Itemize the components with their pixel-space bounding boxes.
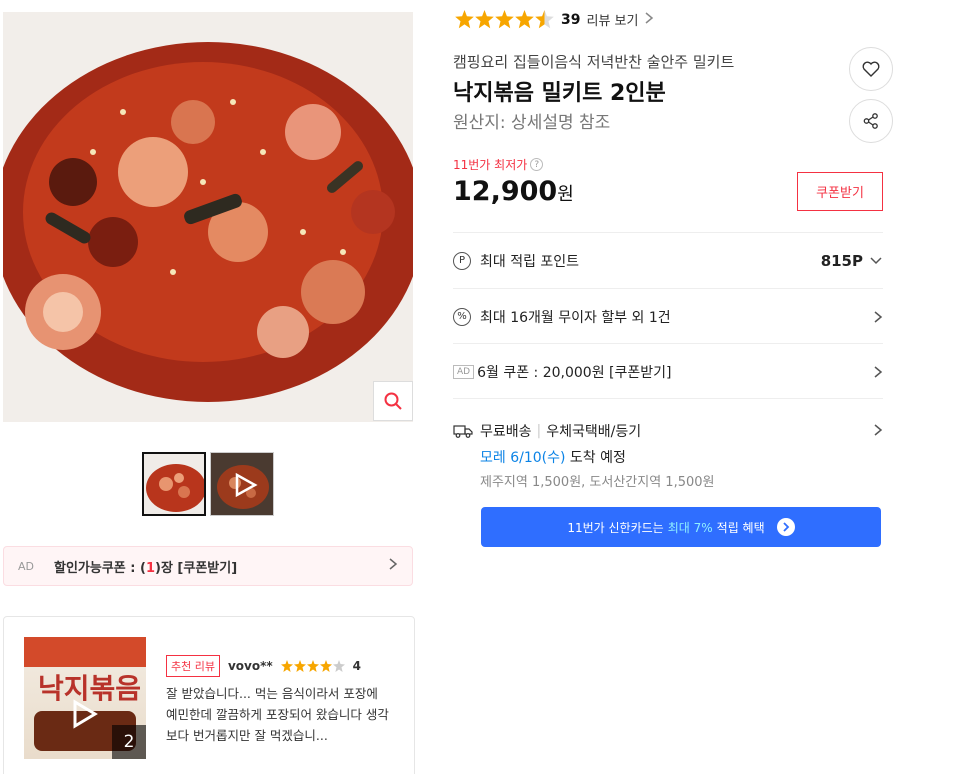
price-value: 12,900: [453, 176, 558, 207]
food-photo: [3, 12, 413, 422]
points-label: 최대 적립 포인트: [480, 253, 580, 270]
arrival-suffix: 도착 예정: [565, 450, 626, 466]
thumbnail-video-photo: [211, 453, 273, 515]
shipping-carrier: 우체국택배/등기: [546, 424, 642, 440]
package-header: [24, 637, 146, 667]
shipping-row[interactable]: 무료배송 | 우체국택배/등기 모레 6/10(수) 도착 예정 제주지역 1,…: [453, 398, 883, 518]
ad-badge: AD: [453, 364, 475, 379]
coupon-label: 할인가능쿠폰 : (1)장 [쿠폰받기]: [54, 560, 238, 576]
product-title: 낙지볶음 밀키트 2인분: [453, 81, 666, 106]
heart-icon: [862, 61, 880, 77]
arrow-right-icon: [776, 518, 795, 536]
reviewer-name: vovo**: [227, 659, 273, 673]
shipping-type: 무료배송: [480, 424, 532, 440]
lowest-price-text: 11번가 최저가: [453, 158, 528, 172]
monthly-coupon-label: 6월 쿠폰 : 20,000원 [쿠폰받기]: [477, 364, 672, 381]
shipping-method: 무료배송 | 우체국택배/등기: [453, 421, 714, 441]
percent-icon: %: [453, 307, 471, 326]
review-count: 39: [561, 11, 581, 28]
card-benefit-banner[interactable]: 11번가 신한카드는 최대 7% 적립 혜택: [481, 507, 881, 547]
search-icon: [384, 392, 402, 410]
divider: |: [536, 423, 542, 439]
points-row[interactable]: P 최대 적립 포인트 815P: [453, 232, 883, 288]
installment-label: 최대 16개월 무이자 할부 외 1건: [480, 309, 671, 326]
ad-label: AD: [18, 559, 34, 573]
wishlist-button[interactable]: [849, 47, 893, 91]
chevron-right-icon: [388, 557, 398, 575]
point-icon: P: [453, 251, 471, 270]
banner-prefix: 11번가 신한카드는: [567, 520, 664, 535]
review-link[interactable]: 리뷰 보기: [586, 10, 638, 29]
chevron-right-icon: [644, 11, 654, 29]
discount-coupon-bar[interactable]: AD 할인가능쿠폰 : (1)장 [쿠폰받기]: [3, 546, 413, 586]
product-category: 캠핑요리 집들이음식 저녁반찬 술안주 밀키트: [453, 53, 735, 71]
price-unit: 원: [557, 184, 574, 205]
chevron-down-icon: [870, 256, 882, 264]
lowest-price-label: 11번가 최저가 ?: [453, 156, 544, 173]
banner-highlight: 최대 7%: [667, 520, 713, 535]
review-text: 잘 받았습니다... 먹는 음식이라서 포장에 예민한데 깔끔하게 포장되어 왔…: [166, 686, 389, 743]
installment-row[interactable]: % 최대 16개월 무이자 할부 외 1건: [453, 288, 883, 344]
play-icon: [73, 699, 98, 729]
arrival-date: 모레 6/10(수): [480, 450, 566, 466]
points-value: 815P: [820, 251, 863, 270]
chevron-right-icon: [874, 310, 883, 323]
product-origin: 원산지: 상세설명 참조: [453, 113, 611, 133]
chevron-right-icon: [874, 365, 883, 378]
monthly-coupon-row[interactable]: AD 6월 쿠폰 : 20,000원 [쿠폰받기]: [453, 343, 883, 399]
review-stars: [280, 660, 345, 672]
chevron-right-icon: [874, 424, 883, 436]
image-count: 2: [112, 725, 146, 759]
review-card[interactable]: 낙지볶음 2 추천 리뷰 vovo** 4 잘 받았습니다... 먹는 음식이라…: [3, 616, 415, 774]
share-button[interactable]: [849, 99, 893, 143]
review-image[interactable]: 낙지볶음 2: [24, 637, 146, 759]
extra-shipping-fee: 제주지역 1,500원, 도서산간지역 1,500원: [480, 475, 715, 490]
thumbnail-list: [142, 452, 274, 516]
sale-price: 12,900원: [453, 176, 574, 207]
recommended-tag: 추천 리뷰: [166, 655, 220, 677]
banner-suffix: 적립 혜택: [716, 520, 765, 535]
zoom-button[interactable]: [373, 381, 413, 421]
thumbnail-1[interactable]: [142, 452, 206, 516]
star-rating-icon: [455, 10, 555, 29]
star-rating-icon: [280, 660, 345, 672]
get-coupon-button[interactable]: 쿠폰받기: [797, 172, 883, 211]
main-product-image[interactable]: [3, 12, 413, 422]
shipping-info: 무료배송 | 우체국택배/등기 모레 6/10(수) 도착 예정 제주지역 1,…: [453, 421, 714, 490]
truck-icon: [453, 425, 473, 438]
rating-summary[interactable]: 39 리뷰 보기: [455, 10, 654, 29]
review-meta: 추천 리뷰 vovo** 4: [166, 655, 361, 677]
arrival-estimate: 모레 6/10(수) 도착 예정: [480, 447, 714, 467]
review-score: 4: [352, 659, 362, 673]
thumbnail-video[interactable]: [210, 452, 274, 516]
thumbnail-food-photo: [144, 454, 204, 514]
share-icon: [863, 113, 878, 129]
help-icon[interactable]: ?: [530, 158, 544, 171]
